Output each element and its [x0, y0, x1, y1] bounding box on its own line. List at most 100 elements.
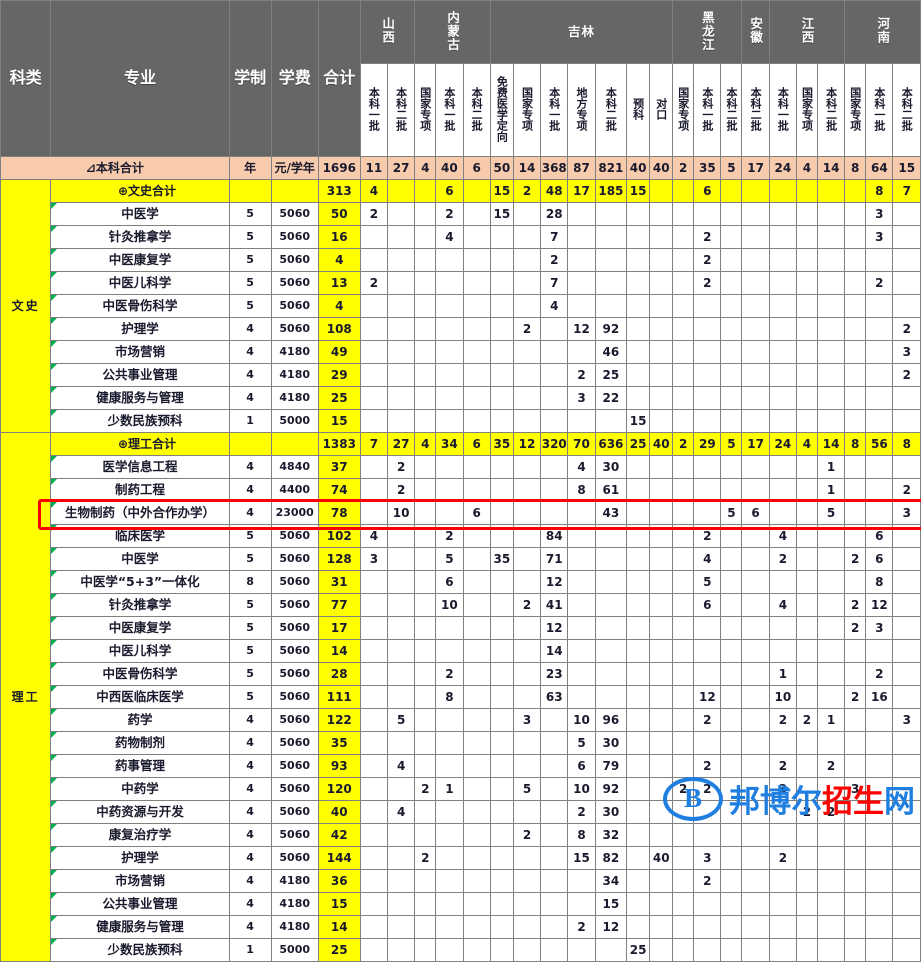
table-row[interactable]: 中医儿科学 5 5060 13 2 7 2 2	[1, 271, 921, 295]
table-row[interactable]: 医学信息工程 4 4840 37 2 4 30 1	[1, 455, 921, 479]
plan-cell-9: 92	[594, 777, 628, 801]
table-row[interactable]: 针灸推拿学 5 5060 16 4 7 2 3	[1, 225, 921, 249]
plan-cell-3	[435, 340, 464, 364]
plan-cell-3	[435, 478, 464, 502]
plan-cell-0	[359, 478, 389, 502]
table-body: ⊿本科合计年元/学年 1696 11 27 4 40 6 50 14 368 87 821 40 40 2 3…	[0, 156, 921, 962]
plan-cell-2	[414, 800, 437, 824]
table-row[interactable]: 临床医学 5 5060 102 4 2 84 2 4 6	[1, 524, 921, 548]
plan-cell-19	[844, 294, 867, 318]
plan-cell-21	[892, 777, 921, 801]
plan-cell-19	[844, 869, 867, 893]
total-cell: 35	[317, 731, 361, 755]
table-row[interactable]: 少数民族预科 1 5000 25 25	[1, 938, 921, 962]
col-header-fee: 学费	[270, 0, 319, 157]
total-cell: 17	[317, 616, 361, 640]
table-row[interactable]: 中医学“5+3”一体化 8 5060 31 6 12 5 8	[1, 570, 921, 594]
table-row[interactable]: 中医学 5 5060 128 3 5 35 71 4 2 2 6	[1, 547, 921, 571]
table-row[interactable]: 中医骨伤科学 5 5060 28 2 23 1 2	[1, 662, 921, 686]
plan-cell-17	[796, 363, 818, 387]
plan-cell-2	[414, 570, 437, 594]
table-row[interactable]: 中药学 4 5060 120 2 1 5 10 92 2 2 3 3	[1, 777, 921, 801]
plan-cell-14	[720, 363, 743, 387]
plan-cell-12	[672, 685, 695, 709]
plan-cell-12	[672, 708, 695, 732]
table-row[interactable]: 少数民族预科 1 5000 15 15	[1, 409, 921, 433]
plan-cell-8	[567, 202, 596, 226]
plan-cell-13: 2	[693, 524, 722, 548]
plan-cell-8	[567, 547, 596, 571]
plan-cell-5	[489, 846, 514, 870]
plan-cell-3	[435, 915, 464, 939]
plan-cell-6	[512, 386, 542, 410]
table-row[interactable]: 护理学 4 5060 144 2 15 82 40 3 2	[1, 846, 921, 870]
group-cell-7: 320	[540, 432, 569, 456]
plan-cell-21: 2	[892, 363, 921, 387]
plan-cell-11	[649, 754, 674, 778]
plan-cell-1	[387, 570, 416, 594]
grand-total-cell-13: 35	[693, 156, 722, 180]
major-name-cell: 健康服务与管理	[50, 386, 230, 410]
plan-cell-3	[435, 869, 464, 893]
plan-cell-11	[649, 685, 674, 709]
plan-cell-19	[844, 455, 867, 479]
plan-cell-8	[567, 409, 596, 433]
table-row[interactable]: 中药资源与开发 4 5060 40 4 2 30 2 2	[1, 800, 921, 824]
table-row[interactable]: 药物制剂 4 5060 35 5 30	[1, 731, 921, 755]
table-row[interactable]: 康复治疗学 4 5060 42 2 8 32	[1, 823, 921, 847]
table-row[interactable]: 健康服务与管理 4 4180 14 2 12	[1, 915, 921, 939]
table-row[interactable]: 市场营销 4 4180 36 34 2	[1, 869, 921, 893]
plan-cell-7: 14	[540, 639, 569, 663]
plan-cell-14	[720, 547, 743, 571]
category-cell-文史: 文史	[0, 179, 52, 433]
table-row[interactable]: 中医骨伤科学 5 5060 4 4	[1, 294, 921, 318]
plan-cell-21: 2	[892, 317, 921, 341]
plan-cell-18	[816, 340, 846, 364]
plan-cell-20	[865, 846, 894, 870]
plan-cell-18	[816, 846, 846, 870]
plan-cell-8	[567, 225, 596, 249]
table-row[interactable]: 药学 4 5060 122 5 3 10 96 2 2 2 1 3	[1, 708, 921, 732]
table-row[interactable]: 制药工程 4 4400 74 2 8 61 1 2	[1, 478, 921, 502]
plan-cell-4	[462, 593, 491, 617]
plan-cell-6: 2	[512, 823, 542, 847]
total-cell: 49	[317, 340, 361, 364]
group-cell-5: 15	[489, 179, 514, 203]
plan-cell-12	[672, 501, 695, 525]
plan-cell-15	[741, 340, 770, 364]
table-row[interactable]: 公共事业管理 4 4180 29 2 25 2	[1, 363, 921, 387]
plan-cell-11	[649, 639, 674, 663]
plan-cell-10	[626, 524, 651, 548]
plan-cell-10	[626, 202, 651, 226]
plan-cell-6	[512, 248, 542, 272]
plan-cell-15	[741, 225, 770, 249]
group-cell-18: 14	[816, 432, 846, 456]
plan-cell-7: 71	[540, 547, 569, 571]
total-cell: 31	[317, 570, 361, 594]
table-row[interactable]: 药事管理 4 5060 93 4 6 79 2 2 2	[1, 754, 921, 778]
table-row[interactable]: 针灸推拿学 5 5060 77 10 2 41 6 4 2 12	[1, 593, 921, 617]
table-row[interactable]: 健康服务与管理 4 4180 25 3 22	[1, 386, 921, 410]
table-row[interactable]: 生物制药（中外合作办学） 4 23000 78 10 6 43 5 6 5 3	[1, 501, 921, 525]
table-row[interactable]: 中西医临床医学 5 5060 111 8 63 12 10 2 16	[1, 685, 921, 709]
table-row[interactable]: 市场营销 4 4180 49 46 3	[1, 340, 921, 364]
plan-cell-18	[816, 915, 846, 939]
table-row[interactable]: 中医学 5 5060 50 2 2 15 28 3	[1, 202, 921, 226]
table-row[interactable]: 公共事业管理 4 4180 15 15	[1, 892, 921, 916]
plan-cell-3	[435, 616, 464, 640]
table-row[interactable]: 中医儿科学 5 5060 14 14	[1, 639, 921, 663]
plan-cell-17	[796, 869, 818, 893]
batch-header-0-0: 本科一批	[359, 63, 389, 157]
table-row[interactable]: 中医康复学 5 5060 17 12 2 3	[1, 616, 921, 640]
group-cell-4	[462, 179, 491, 203]
grand-total-cell-6: 14	[512, 156, 542, 180]
group-cell-0: 7	[359, 432, 389, 456]
plan-cell-4	[462, 570, 491, 594]
plan-cell-19	[844, 248, 867, 272]
table-row[interactable]: 护理学 4 5060 108 2 12 92 2	[1, 317, 921, 341]
plan-cell-0	[359, 570, 389, 594]
plan-cell-19	[844, 708, 867, 732]
table-row[interactable]: 中医康复学 5 5060 4 2 2	[1, 248, 921, 272]
plan-cell-5	[489, 386, 514, 410]
plan-cell-6	[512, 685, 542, 709]
